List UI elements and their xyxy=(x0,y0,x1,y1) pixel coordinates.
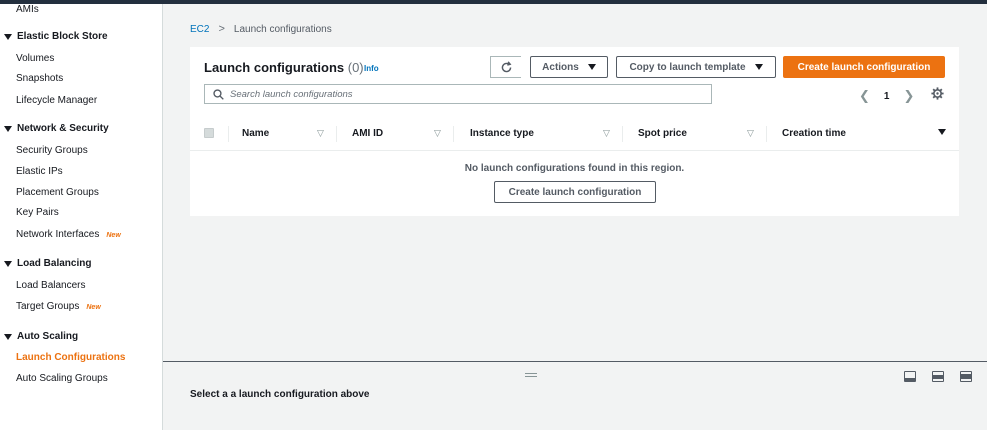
split-panel-bottom-icon[interactable] xyxy=(904,371,916,382)
sidebar-item-network-interfaces[interactable]: Network Interfaces New xyxy=(16,229,121,240)
page-title: Launch configurations (0) xyxy=(204,60,364,75)
select-all-checkbox[interactable] xyxy=(204,128,214,138)
sidebar-heading-label: Elastic Block Store xyxy=(17,31,108,42)
column-header-ami-id[interactable]: AMI ID xyxy=(352,128,383,139)
drag-handle-icon[interactable] xyxy=(525,373,537,377)
refresh-icon xyxy=(501,60,511,72)
sort-icon[interactable]: ▽ xyxy=(747,128,754,139)
breadcrumb: EC2 > Launch configurations xyxy=(190,23,332,35)
sidebar-item-placement-groups[interactable]: Placement Groups xyxy=(16,187,99,198)
column-divider xyxy=(622,126,623,142)
sidebar-item-amis[interactable]: AMIs xyxy=(16,4,39,15)
sidebar-item-label: Target Groups xyxy=(16,301,80,312)
launch-configurations-panel: Launch configurations (0) Info Actions C… xyxy=(190,47,959,216)
new-badge: New xyxy=(106,232,121,239)
chevron-right-icon[interactable]: ❯ xyxy=(903,88,914,104)
table-header: Name ▽ AMI ID ▽ Instance type ▽ Spot pri… xyxy=(190,117,959,151)
column-divider xyxy=(766,126,767,142)
breadcrumb-current: Launch configurations xyxy=(233,23,332,35)
create-launch-configuration-button[interactable]: Create launch configuration xyxy=(783,56,945,78)
copy-to-launch-template-dropdown[interactable]: Copy to launch template xyxy=(616,56,776,78)
sidebar-heading-label: Network & Security xyxy=(17,123,109,134)
column-divider xyxy=(336,126,337,142)
empty-state-message: No launch configurations found in this r… xyxy=(464,163,685,174)
copy-label: Copy to launch template xyxy=(629,61,746,73)
sidebar-item-key-pairs[interactable]: Key Pairs xyxy=(16,207,59,218)
sidebar-item-elastic-ips[interactable]: Elastic IPs xyxy=(16,166,63,177)
new-badge: New xyxy=(86,304,101,311)
caret-down-icon xyxy=(587,64,596,70)
sidebar-heading-network-security[interactable]: Network & Security xyxy=(4,123,109,134)
search-icon xyxy=(213,88,224,100)
item-count: (0) xyxy=(347,60,364,75)
column-header-instance-type[interactable]: Instance type xyxy=(470,128,534,139)
sidebar-heading-label: Auto Scaling xyxy=(17,331,79,342)
sort-icon[interactable]: ▽ xyxy=(317,128,324,139)
caret-down-icon xyxy=(4,125,12,132)
sort-descending-icon[interactable] xyxy=(938,129,946,135)
actions-dropdown[interactable]: Actions xyxy=(530,56,608,78)
sidebar-item-label: Network Interfaces xyxy=(16,229,100,240)
sort-icon[interactable]: ▽ xyxy=(603,128,610,139)
split-panel: Select a a launch configuration above xyxy=(163,361,987,430)
column-header-creation-time[interactable]: Creation time xyxy=(782,128,846,139)
sidebar-item-lifecycle-manager[interactable]: Lifecycle Manager xyxy=(16,95,97,106)
split-panel-message: Select a a launch configuration above xyxy=(190,389,370,400)
sidebar-item-security-groups[interactable]: Security Groups xyxy=(16,145,88,156)
empty-create-launch-configuration-button[interactable]: Create launch configuration xyxy=(494,181,656,203)
sidebar-item-volumes[interactable]: Volumes xyxy=(16,53,54,64)
page-number[interactable]: 1 xyxy=(884,91,890,102)
sidebar-heading-auto-scaling[interactable]: Auto Scaling xyxy=(4,331,78,342)
split-panel-full-icon[interactable] xyxy=(960,371,972,382)
sidebar-item-load-balancers[interactable]: Load Balancers xyxy=(16,280,86,291)
split-panel-middle-icon[interactable] xyxy=(932,371,944,382)
sidebar: AMIs Elastic Block Store Volumes Snapsho… xyxy=(0,4,163,430)
sidebar-heading-label: Load Balancing xyxy=(17,258,92,269)
chevron-right-icon: > xyxy=(218,23,225,35)
chevron-left-icon[interactable]: ❮ xyxy=(859,88,870,104)
sidebar-item-auto-scaling-groups[interactable]: Auto Scaling Groups xyxy=(16,373,108,384)
column-header-name[interactable]: Name xyxy=(242,128,269,139)
sort-icon[interactable]: ▽ xyxy=(434,128,441,139)
caret-down-icon xyxy=(4,33,12,40)
search-input[interactable] xyxy=(230,88,700,100)
caret-down-icon xyxy=(4,333,12,340)
sidebar-heading-elastic-block-store[interactable]: Elastic Block Store xyxy=(4,31,108,42)
caret-down-icon xyxy=(4,260,12,267)
sidebar-item-target-groups[interactable]: Target Groups New xyxy=(16,301,101,312)
column-divider xyxy=(228,126,229,142)
breadcrumb-ec2-link[interactable]: EC2 xyxy=(190,24,209,35)
panel-title-text: Launch configurations xyxy=(204,60,345,75)
sidebar-heading-load-balancing[interactable]: Load Balancing xyxy=(4,258,91,269)
sidebar-item-snapshots[interactable]: Snapshots xyxy=(16,73,63,84)
pagination: ❮ 1 ❯ xyxy=(859,88,914,104)
sidebar-item-launch-configurations[interactable]: Launch Configurations xyxy=(16,352,125,363)
refresh-button[interactable] xyxy=(490,56,521,78)
info-link[interactable]: Info xyxy=(364,64,379,73)
column-header-spot-price[interactable]: Spot price xyxy=(638,128,687,139)
caret-down-icon xyxy=(754,64,763,70)
gear-icon[interactable] xyxy=(931,87,944,100)
actions-label: Actions xyxy=(542,61,579,73)
search-field[interactable] xyxy=(204,84,712,104)
column-divider xyxy=(453,126,454,142)
